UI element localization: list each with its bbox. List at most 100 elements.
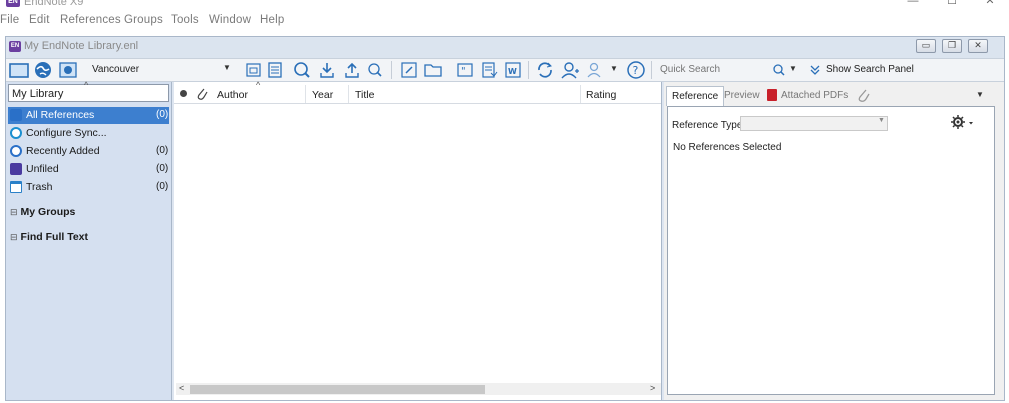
my-groups-section[interactable]: ⊟ My Groups: [10, 206, 75, 218]
group-trash[interactable]: Trash (0): [8, 179, 169, 196]
reference-type-label: Reference Type:: [672, 120, 746, 131]
menu-tools[interactable]: Tools: [171, 14, 199, 26]
menu-references[interactable]: References: [60, 14, 121, 26]
column-year[interactable]: Year: [312, 89, 333, 101]
menu-help[interactable]: Help: [260, 14, 284, 26]
toolbar-divider: [651, 61, 652, 79]
minimize-button[interactable]: —: [898, 0, 928, 9]
menu-file[interactable]: File: [0, 14, 19, 26]
group-count: (0): [156, 109, 169, 120]
library-title-bar: [8, 38, 1002, 58]
search-icon[interactable]: [772, 63, 786, 77]
output-style-value: Vancouver: [92, 64, 140, 75]
column-divider[interactable]: [305, 85, 306, 103]
format-bibliography-icon[interactable]: [479, 60, 499, 80]
trash-icon: [10, 181, 22, 193]
library-minimize-button[interactable]: ▭: [916, 39, 936, 53]
toolbar-divider: [528, 61, 529, 79]
collapse-icon[interactable]: ⊟: [10, 232, 18, 242]
reference-type-select[interactable]: [740, 116, 888, 131]
help-icon[interactable]: ?: [626, 60, 646, 80]
menu-window[interactable]: Window: [209, 14, 251, 26]
library-icon: EN: [9, 41, 21, 52]
group-configure-sync[interactable]: Configure Sync...: [8, 125, 169, 142]
find-full-text-section[interactable]: ⊟ Find Full Text: [10, 231, 88, 243]
sync-icon[interactable]: [535, 60, 555, 80]
paperclip-icon[interactable]: [856, 87, 870, 103]
group-all-references[interactable]: All References (0): [8, 107, 169, 124]
svg-text:": ": [461, 66, 466, 77]
recently-added-icon: [10, 145, 22, 157]
menu-groups[interactable]: Groups: [124, 14, 163, 26]
double-chevron-down-icon[interactable]: [808, 63, 822, 77]
tab-preview[interactable]: Preview: [719, 86, 765, 106]
group-label: Configure Sync...: [26, 127, 107, 139]
reference-list: [174, 82, 662, 400]
empty-state-message: No References Selected: [673, 142, 782, 153]
menu-bar: File Edit References Groups Tools Window…: [0, 12, 1009, 30]
title-bar: [0, 0, 1009, 12]
section-label: Find Full Text: [20, 231, 89, 243]
menu-edit[interactable]: Edit: [29, 14, 50, 26]
insert-citation-icon[interactable]: ": [455, 60, 475, 80]
library-title: My EndNote Library.enl: [24, 40, 139, 52]
group-label: Recently Added: [26, 145, 100, 157]
window-title: EndNote X9: [24, 0, 84, 8]
export-icon[interactable]: [342, 60, 362, 80]
sync-icon: [10, 127, 22, 139]
read-status-icon[interactable]: [180, 90, 187, 97]
paperclip-icon[interactable]: [195, 86, 209, 102]
preview-icon[interactable]: [265, 60, 285, 80]
unfiled-icon: [10, 163, 22, 175]
sort-caret-icon: ^: [256, 80, 261, 90]
show-search-panel-button[interactable]: Show Search Panel: [826, 64, 914, 75]
open-link-icon[interactable]: [399, 60, 419, 80]
sort-caret-icon: ^: [84, 80, 89, 90]
word-icon[interactable]: W: [503, 60, 523, 80]
column-rating[interactable]: Rating: [586, 89, 616, 101]
column-divider[interactable]: [580, 85, 581, 103]
group-unfiled[interactable]: Unfiled (0): [8, 161, 169, 178]
group-label: Trash: [26, 181, 53, 193]
close-button[interactable]: ✕: [975, 0, 1005, 9]
online-search-icon[interactable]: [33, 60, 53, 80]
section-label: My Groups: [20, 206, 76, 218]
column-title[interactable]: Title: [355, 89, 374, 101]
library-restore-button[interactable]: ❐: [942, 39, 962, 53]
tab-attached-pdfs[interactable]: Attached PDFs: [776, 86, 853, 106]
library-mode-label: My Library: [12, 88, 64, 100]
toolbar-divider: [391, 61, 392, 79]
svg-text:?: ?: [633, 64, 639, 77]
column-divider[interactable]: [348, 85, 349, 103]
integrated-library-icon[interactable]: [58, 60, 78, 80]
open-file-icon[interactable]: [423, 60, 443, 80]
scroll-left-icon[interactable]: <: [179, 383, 184, 393]
maximize-button[interactable]: ☐: [937, 0, 967, 9]
group-count: (0): [156, 163, 169, 174]
group-icon[interactable]: [586, 60, 606, 80]
tab-reference[interactable]: Reference: [666, 86, 725, 106]
library-close-button[interactable]: ✕: [968, 39, 988, 53]
group-count: (0): [156, 145, 169, 156]
tab-menu-icon[interactable]: ▼: [976, 90, 984, 99]
group-label: All References: [26, 109, 95, 121]
find-full-text-icon[interactable]: [292, 60, 312, 80]
group-count: (0): [156, 181, 169, 192]
all-references-icon: [10, 109, 22, 121]
chevron-down-icon[interactable]: ▼: [610, 64, 618, 73]
scroll-right-icon[interactable]: >: [650, 383, 655, 393]
new-reference-icon[interactable]: [243, 60, 263, 80]
chevron-down-icon[interactable]: ▼: [223, 63, 231, 72]
find-pdf-icon[interactable]: [365, 60, 385, 80]
chevron-down-icon[interactable]: ▼: [878, 117, 885, 124]
search-options-chevron-icon[interactable]: ▼: [789, 64, 797, 73]
local-library-icon[interactable]: [9, 60, 29, 80]
scrollbar-thumb[interactable]: [190, 385, 485, 394]
group-recently-added[interactable]: Recently Added (0): [8, 143, 169, 160]
share-icon[interactable]: [560, 60, 580, 80]
column-author[interactable]: Author: [217, 89, 248, 101]
collapse-icon[interactable]: ⊟: [10, 207, 18, 217]
svg-text:W: W: [508, 67, 517, 76]
gear-icon[interactable]: [950, 114, 976, 132]
import-icon[interactable]: [317, 60, 337, 80]
